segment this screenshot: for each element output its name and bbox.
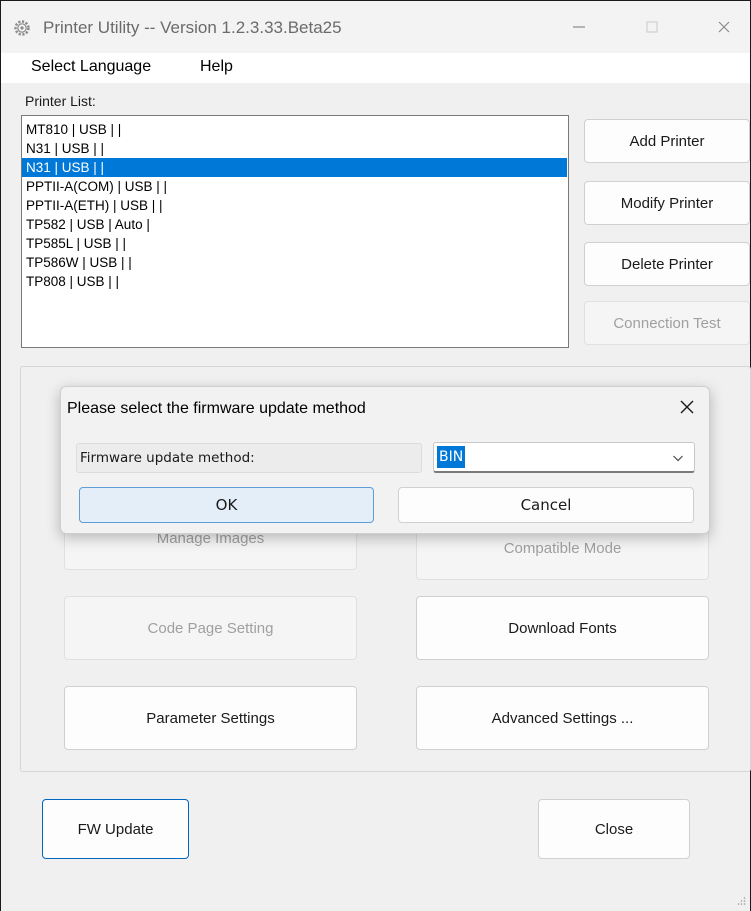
printer-utility-window: Printer Utility -- Version 1.2.3.33.Beta… <box>0 0 751 911</box>
delete-printer-button[interactable]: Delete Printer <box>584 242 750 286</box>
maximize-icon <box>646 21 658 33</box>
close-icon <box>680 400 694 414</box>
dialog-close-button[interactable] <box>677 397 697 417</box>
cancel-button[interactable]: Cancel <box>398 487 694 523</box>
download-fonts-button[interactable]: Download Fonts <box>416 596 709 660</box>
printer-list-item[interactable]: N31 | USB | | <box>22 139 568 158</box>
firmware-method-select[interactable]: BIN <box>433 442 695 473</box>
printer-list-item[interactable]: TP582 | USB | Auto | <box>22 215 568 234</box>
modify-printer-button[interactable]: Modify Printer <box>584 181 750 225</box>
firmware-method-label: Firmware update method: <box>76 443 422 473</box>
minimize-icon <box>573 26 585 28</box>
advanced-settings-button[interactable]: Advanced Settings ... <box>416 686 709 750</box>
printer-list-item[interactable]: TP585L | USB | | <box>22 234 568 253</box>
window-close-button[interactable] <box>709 13 739 41</box>
menu-bar: Select Language Help <box>1 53 750 83</box>
parameter-settings-button[interactable]: Parameter Settings <box>64 686 357 750</box>
add-printer-button[interactable]: Add Printer <box>584 119 750 163</box>
fw-update-button[interactable]: FW Update <box>42 799 189 859</box>
printer-list-item[interactable]: TP808 | USB | | <box>22 272 568 291</box>
printer-list-item[interactable]: MT810 | USB | | <box>22 120 568 139</box>
title-bar[interactable]: Printer Utility -- Version 1.2.3.33.Beta… <box>1 1 750 53</box>
dialog-title: Please select the firmware update method <box>67 400 366 417</box>
window-title: Printer Utility -- Version 1.2.3.33.Beta… <box>43 18 342 37</box>
connection-test-button[interactable]: Connection Test <box>584 301 750 345</box>
printer-list-item-selected[interactable]: N31 | USB | | <box>22 158 567 177</box>
printer-list-label: Printer List: <box>25 93 96 109</box>
menu-help[interactable]: Help <box>200 58 233 76</box>
printer-list-item[interactable]: TP586W | USB | | <box>22 253 568 272</box>
resize-grip-icon[interactable] <box>736 896 746 906</box>
printer-list[interactable]: MT810 | USB | | N31 | USB | | N31 | USB … <box>21 115 569 348</box>
close-button[interactable]: Close <box>538 799 690 859</box>
firmware-method-value: BIN <box>437 446 466 468</box>
minimize-button[interactable] <box>564 13 594 41</box>
printer-list-item[interactable]: PPTII-A(ETH) | USB | | <box>22 196 568 215</box>
maximize-button[interactable] <box>637 13 667 41</box>
ok-button[interactable]: OK <box>79 487 374 523</box>
chevron-down-icon <box>673 455 683 462</box>
printer-list-item[interactable]: PPTII-A(COM) | USB | | <box>22 177 568 196</box>
menu-select-language[interactable]: Select Language <box>31 58 151 76</box>
gear-icon <box>12 18 32 38</box>
firmware-method-dialog: Please select the firmware update method… <box>60 386 710 534</box>
close-icon <box>718 21 730 33</box>
code-page-setting-button[interactable]: Code Page Setting <box>64 596 357 660</box>
